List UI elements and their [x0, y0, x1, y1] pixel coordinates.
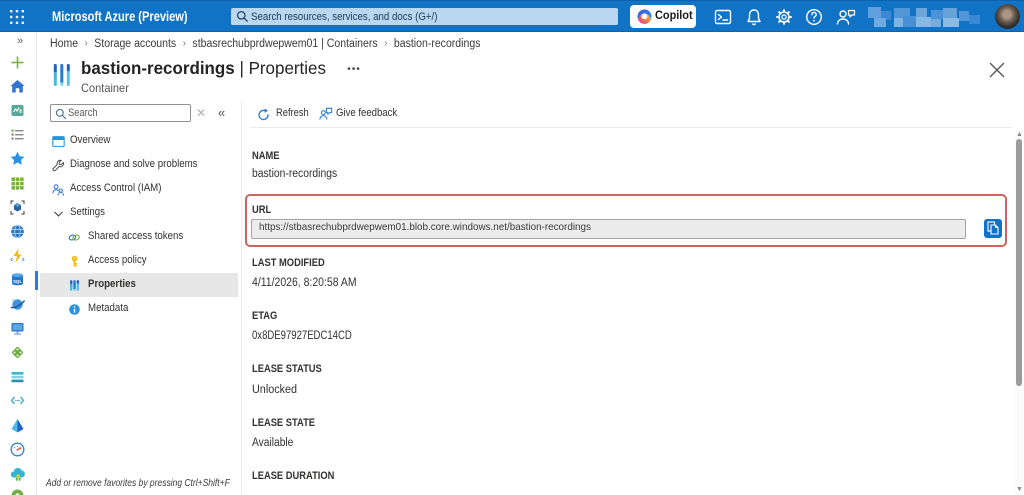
svg-text:SQL: SQL: [13, 279, 22, 284]
